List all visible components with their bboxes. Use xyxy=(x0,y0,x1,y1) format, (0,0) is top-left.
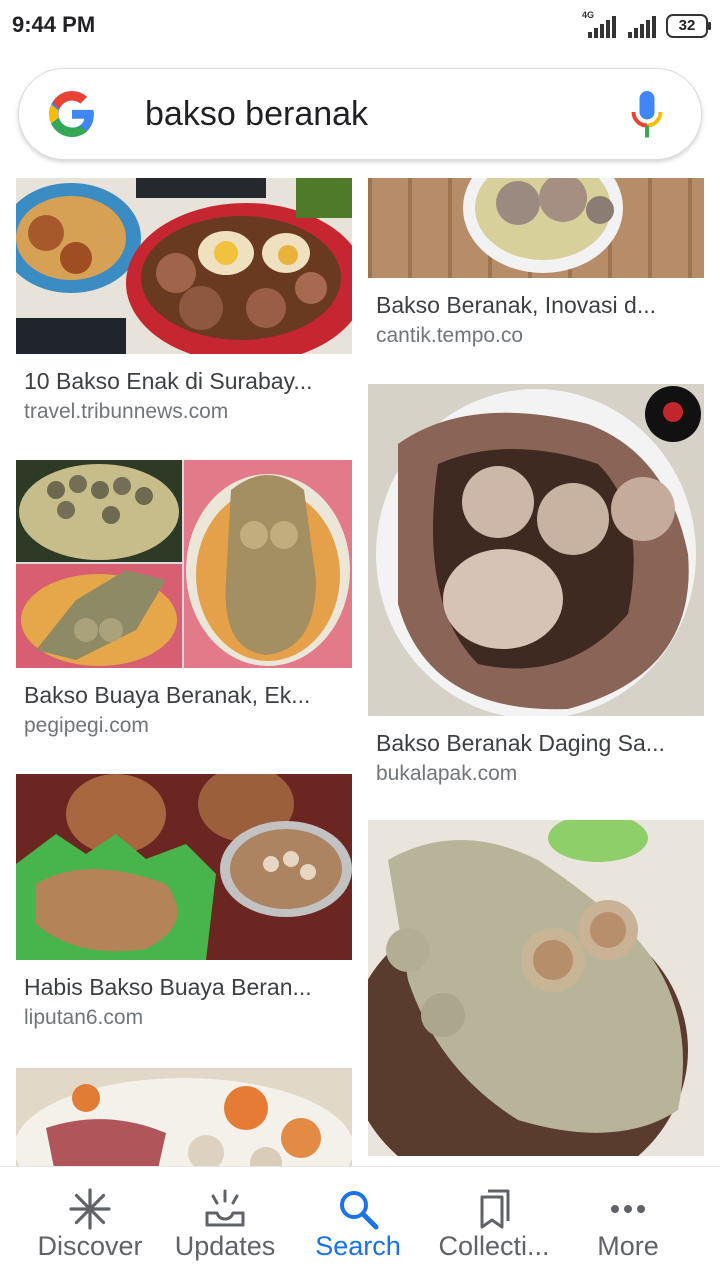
google-logo-icon[interactable] xyxy=(47,89,97,139)
image-results-grid: 10 Bakso Enak di Surabay... travel.tribu… xyxy=(0,178,720,1168)
result-thumbnail[interactable] xyxy=(16,774,352,960)
result-source: travel.tribunnews.com xyxy=(24,400,229,423)
more-dots-icon xyxy=(611,1205,645,1213)
result-title[interactable]: Bakso Beranak Daging Sa... xyxy=(376,730,665,757)
status-bar: 9:44 PM 4G 32 xyxy=(0,0,720,52)
result-thumbnail[interactable] xyxy=(368,178,704,278)
result-title[interactable]: Bakso Buaya Beranak, Ek... xyxy=(24,682,310,709)
bookmarks-icon xyxy=(480,1189,510,1229)
asterisk-icon xyxy=(69,1188,111,1230)
nav-label: Search xyxy=(315,1231,401,1261)
result-thumbnail[interactable] xyxy=(368,820,704,1156)
inbox-icon xyxy=(205,1189,245,1227)
result-source: bukalapak.com xyxy=(376,762,518,785)
nav-label: Discover xyxy=(37,1231,143,1261)
search-header: bakso beranak xyxy=(0,52,720,178)
crocodile-meatball-image xyxy=(16,774,352,960)
result-card-tribunnews[interactable]: 10 Bakso Enak di Surabay... travel.tribu… xyxy=(16,178,352,428)
signal-strength-icon xyxy=(628,16,656,38)
status-icons: 4G 32 xyxy=(582,10,711,38)
result-thumbnail[interactable] xyxy=(368,384,704,716)
nav-more[interactable]: More xyxy=(572,1167,684,1281)
search-query[interactable]: bakso beranak xyxy=(145,95,368,134)
result-thumbnail[interactable] xyxy=(16,178,352,354)
giant-meatball-image xyxy=(368,384,704,716)
result-source: pegipegi.com xyxy=(24,714,149,737)
search-bar[interactable]: bakso beranak xyxy=(18,68,702,160)
result-source: liputan6.com xyxy=(24,1006,144,1029)
nav-label: Updates xyxy=(174,1231,276,1261)
crocodile-meatball-image xyxy=(368,820,704,1156)
result-card-image[interactable] xyxy=(16,1068,352,1168)
microphone-icon[interactable] xyxy=(629,89,665,141)
result-source: cantik.tempo.co xyxy=(376,324,524,347)
search-icon xyxy=(340,1191,379,1230)
crocodile-meatball-image xyxy=(16,460,352,668)
meatball-bowl-image xyxy=(368,178,704,278)
result-thumbnail[interactable] xyxy=(16,460,352,668)
network-type: 4G xyxy=(582,10,595,20)
result-thumbnail[interactable] xyxy=(16,1068,352,1168)
nav-label: More xyxy=(597,1231,659,1261)
nav-collections[interactable]: Collecti... xyxy=(428,1167,560,1281)
result-card-image[interactable] xyxy=(368,820,704,1156)
nav-label: Collecti... xyxy=(438,1231,550,1261)
bottom-navigation: Discover Updates Search Collecti... More xyxy=(0,1166,720,1281)
status-time: 9:44 PM xyxy=(12,12,96,37)
result-title[interactable]: Bakso Beranak, Inovasi d... xyxy=(376,292,656,319)
nav-updates[interactable]: Updates xyxy=(164,1167,286,1281)
result-card-pegipegi[interactable]: Bakso Buaya Beranak, Ek... pegipegi.com xyxy=(16,460,352,750)
mobile-signal-icon: 4G xyxy=(582,10,618,38)
meatball-plate-image xyxy=(16,1068,352,1168)
result-card-tempo[interactable]: Bakso Beranak, Inovasi d... cantik.tempo… xyxy=(368,178,704,358)
result-title[interactable]: Habis Bakso Buaya Beran... xyxy=(24,974,312,1001)
meatball-bowl-image xyxy=(16,178,352,354)
result-title[interactable]: 10 Bakso Enak di Surabay... xyxy=(24,368,313,395)
result-card-liputan6[interactable]: Habis Bakso Buaya Beran... liputan6.com xyxy=(16,774,352,1044)
nav-search[interactable]: Search xyxy=(296,1167,420,1281)
result-card-bukalapak[interactable]: Bakso Beranak Daging Sa... bukalapak.com xyxy=(368,384,704,794)
battery-icon: 32 xyxy=(666,14,711,38)
nav-discover[interactable]: Discover xyxy=(20,1167,160,1281)
